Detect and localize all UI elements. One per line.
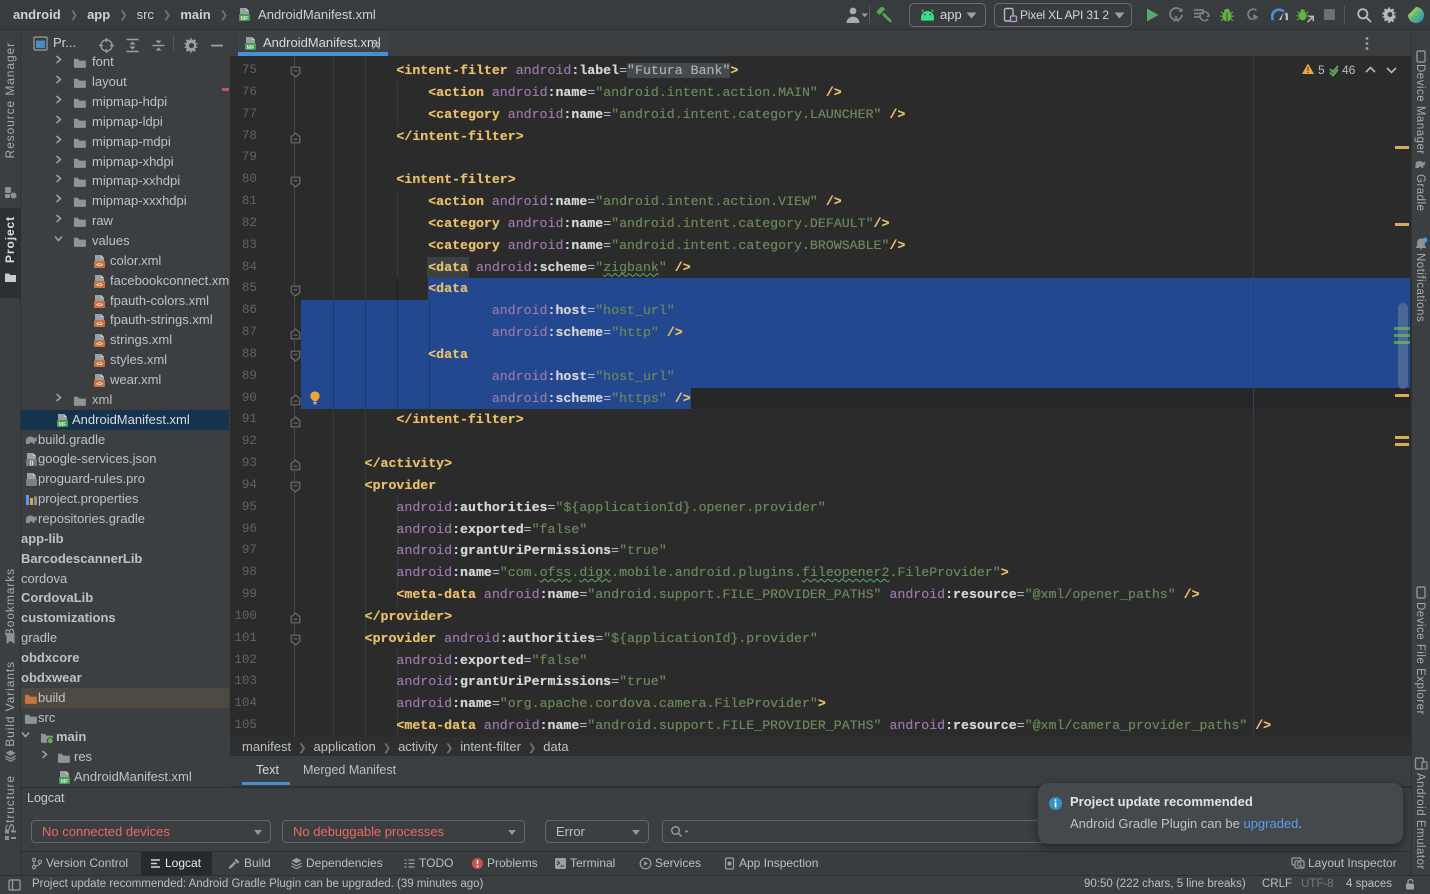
svg-text:MF: MF (60, 779, 69, 785)
svg-text:<>: <> (96, 302, 102, 308)
svg-text:<>: <> (96, 322, 102, 328)
svg-text:!: ! (1307, 66, 1310, 75)
svg-text:<>: <> (96, 342, 102, 348)
svg-text:MF: MF (58, 421, 67, 427)
svg-text:MF: MF (246, 45, 255, 51)
svg-text:<>: <> (96, 262, 102, 268)
svg-text:<>: <> (96, 362, 102, 368)
svg-text:46: 46 (1342, 63, 1356, 77)
svg-text:MF: MF (241, 16, 250, 22)
svg-text:<>: <> (96, 282, 102, 288)
svg-text:A: A (1173, 15, 1179, 23)
svg-text:5: 5 (1318, 63, 1325, 77)
svg-text:<>: <> (96, 382, 102, 388)
